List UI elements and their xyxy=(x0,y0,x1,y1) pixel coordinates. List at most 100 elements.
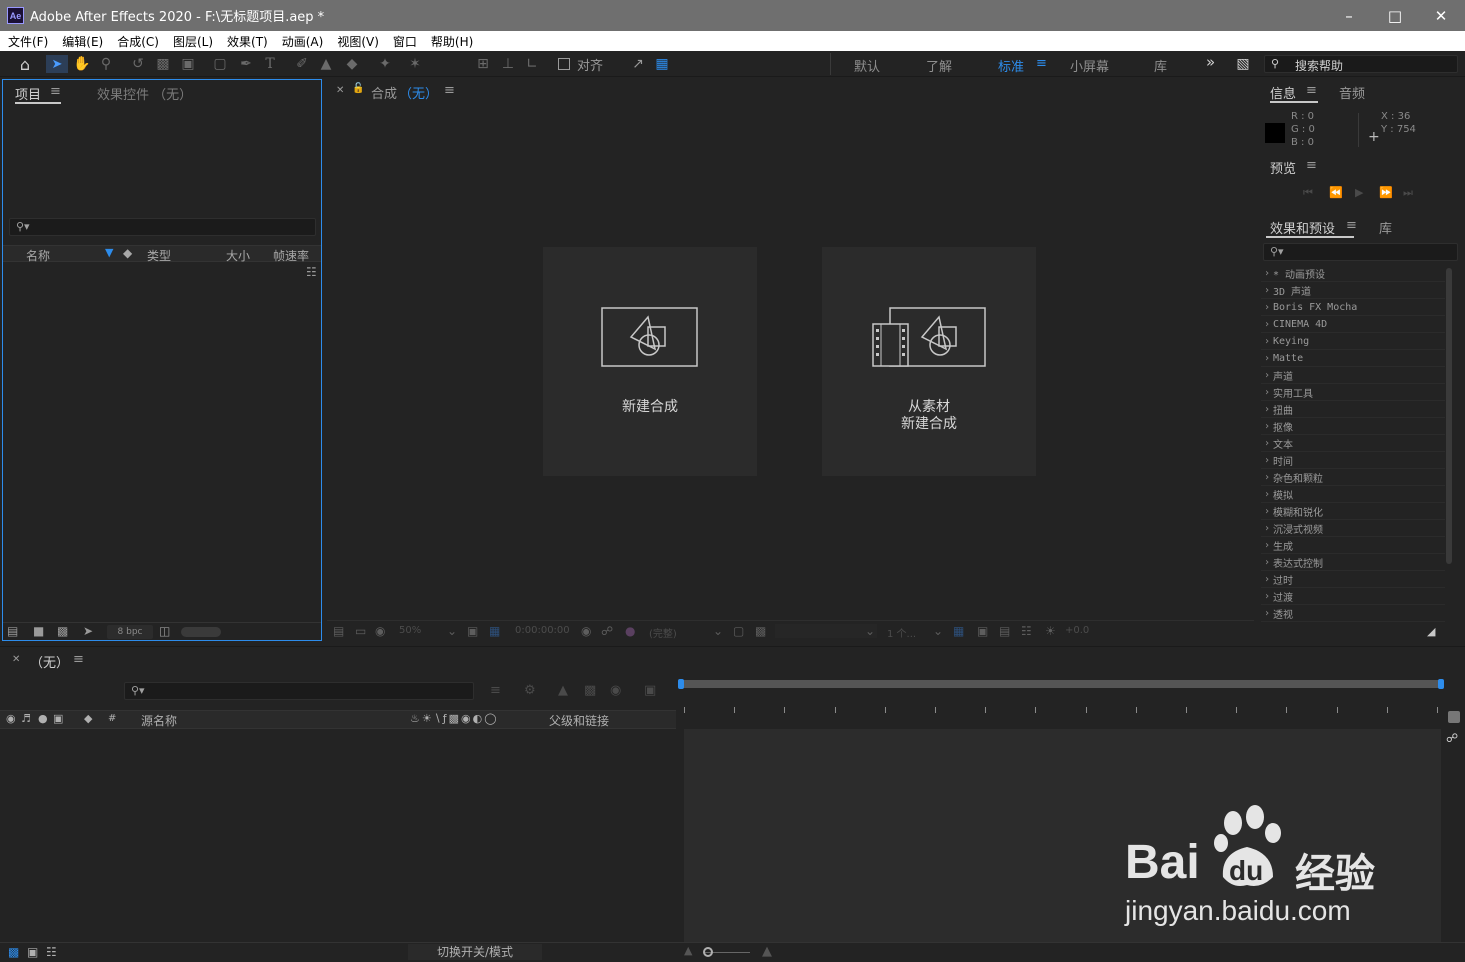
camera-tool-icon[interactable]: ▩ xyxy=(152,55,174,73)
always-preview-icon[interactable]: ▤ xyxy=(333,624,344,638)
eraser-tool-icon[interactable]: ◆ xyxy=(342,55,362,73)
workspace-standard[interactable]: 标准 xyxy=(998,56,1024,75)
project-tab-menu-icon[interactable]: ≡ xyxy=(50,84,61,99)
effects-category-item[interactable]: › * 动画预设 xyxy=(1261,266,1445,282)
maximize-icon[interactable]: □ xyxy=(1372,0,1418,31)
column-type[interactable]: 类型 xyxy=(147,247,171,264)
label-column-icon[interactable]: ◆ xyxy=(84,712,92,725)
chevron-right-icon[interactable]: › xyxy=(1261,438,1273,449)
fast-previews-icon[interactable]: ▣ xyxy=(977,624,988,638)
roto-brush-tool-icon[interactable]: ✦ xyxy=(374,55,396,73)
timeline-tab-menu-icon[interactable]: ≡ xyxy=(73,652,84,667)
new-comp-from-footage-tile[interactable]: 从素材 新建合成 xyxy=(822,247,1036,476)
effects-scrollbar[interactable] xyxy=(1446,268,1452,564)
search-help-input[interactable]: ⚲ 搜索帮助 xyxy=(1264,55,1458,73)
show-snapshot-icon[interactable]: ☍ xyxy=(601,624,613,638)
menu-file[interactable]: 文件(F) xyxy=(8,33,48,50)
snapshot-icon[interactable]: ◉ xyxy=(581,624,591,638)
effects-category-item[interactable]: › 沉浸式视频 xyxy=(1261,521,1445,537)
lock-icon[interactable]: 🔓 xyxy=(352,83,364,94)
column-size[interactable]: 大小 xyxy=(226,247,250,264)
workspace-learn[interactable]: 了解 xyxy=(926,56,952,75)
new-composition-tile[interactable]: 新建合成 xyxy=(543,247,757,476)
comp-tab-menu-icon[interactable]: ≡ xyxy=(444,83,455,98)
column-name[interactable]: 名称 xyxy=(26,247,50,264)
chevron-right-icon[interactable]: › xyxy=(1261,319,1273,330)
effects-category-item[interactable]: › 扭曲 xyxy=(1261,402,1445,418)
first-frame-icon[interactable]: ⏮ xyxy=(1303,186,1313,200)
effects-category-item[interactable]: › 文本 xyxy=(1261,436,1445,452)
effects-category-item[interactable]: › 表达式控制 xyxy=(1261,555,1445,571)
tab-info[interactable]: 信息 xyxy=(1270,83,1296,102)
column-fps[interactable]: 帧速率 xyxy=(273,247,309,264)
close-timeline-tab-icon[interactable]: ✕ xyxy=(12,654,20,665)
transparency-grid-icon[interactable]: ▦ xyxy=(489,624,500,638)
effects-category-item[interactable]: › CINEMA 4D xyxy=(1261,317,1445,333)
clone-stamp-tool-icon[interactable]: ▲ xyxy=(316,55,336,73)
puppet-pin-tool-icon[interactable]: ✶ xyxy=(404,55,426,73)
align-checkbox[interactable] xyxy=(556,55,572,73)
layer-list-area[interactable] xyxy=(0,731,676,942)
workspace-menu-icon[interactable]: ≡ xyxy=(1036,56,1047,71)
time-ruler[interactable] xyxy=(680,707,1443,717)
adjust-project-icon[interactable]: ➤ xyxy=(83,624,93,638)
new-folder-icon[interactable]: ■ xyxy=(33,624,44,638)
zoom-in-icon[interactable]: ▲ xyxy=(762,944,772,959)
monitor-icon[interactable]: ▭ xyxy=(355,624,366,638)
rectangle-tool-icon[interactable]: ▢ xyxy=(210,55,230,73)
workspace-more-icon[interactable]: » xyxy=(1206,53,1215,71)
chevron-right-icon[interactable]: › xyxy=(1261,608,1273,619)
resolution-dropdown[interactable]: (完整) xyxy=(649,625,677,640)
shy-layers-icon[interactable]: ▲ xyxy=(558,683,568,698)
transparency-toggle-icon[interactable]: ▩ xyxy=(755,624,766,638)
menu-edit[interactable]: 编辑(E) xyxy=(62,33,103,50)
layer-switches-icon[interactable]: ▩ xyxy=(8,945,19,959)
zoom-tool-icon[interactable]: ⚲ xyxy=(96,55,116,73)
channels-icon[interactable]: ● xyxy=(625,624,635,638)
comp-tab-value[interactable]: （无） xyxy=(399,83,438,102)
parent-link-column[interactable]: 父级和链接 xyxy=(549,712,609,729)
zoom-slider-top[interactable] xyxy=(1448,711,1460,723)
new-preset-icon[interactable]: ◢ xyxy=(1427,625,1435,638)
minimize-icon[interactable]: – xyxy=(1326,0,1372,31)
chevron-right-icon[interactable]: › xyxy=(1261,591,1273,602)
views-chevron-icon[interactable]: ⌄ xyxy=(933,624,943,638)
effects-category-item[interactable]: › 3D 声道 xyxy=(1261,283,1445,299)
chevron-right-icon[interactable]: › xyxy=(1261,302,1273,313)
effects-category-item[interactable]: › Keying xyxy=(1261,334,1445,350)
effects-category-item[interactable]: › 时间 xyxy=(1261,453,1445,469)
sort-arrow-icon[interactable]: ▼ xyxy=(105,246,113,259)
snap-icon[interactable]: ↗ xyxy=(628,55,648,73)
world-axis-icon[interactable]: ⊥ xyxy=(498,55,518,73)
tab-audio[interactable]: 音频 xyxy=(1339,83,1365,102)
toggle-switches-modes-button[interactable]: 切换开关/模式 xyxy=(408,944,542,960)
zoom-out-icon[interactable]: ▲ xyxy=(684,944,692,957)
resolution-chevron-icon[interactable]: ⌄ xyxy=(713,624,723,638)
zoom-chevron-icon[interactable]: ⌄ xyxy=(447,624,457,638)
new-composition-icon[interactable]: ▩ xyxy=(57,624,68,638)
chevron-right-icon[interactable]: › xyxy=(1261,268,1273,279)
effects-category-item[interactable]: › 杂色和颗粒 xyxy=(1261,470,1445,486)
timeline-zoom-handle[interactable] xyxy=(703,947,713,957)
rotate-tool-icon[interactable]: ↺ xyxy=(128,55,148,73)
snap-grid-icon[interactable]: ▦ xyxy=(652,55,672,73)
workspace-small-screen[interactable]: 小屏幕 xyxy=(1070,56,1109,75)
effects-search-input[interactable]: ⚲▾ xyxy=(1263,243,1458,261)
menu-effect[interactable]: 效果(T) xyxy=(227,33,268,50)
timeline-tab-label[interactable]: （无） xyxy=(30,652,69,671)
workspace-default[interactable]: 默认 xyxy=(854,56,880,75)
close-icon[interactable]: ✕ xyxy=(1418,0,1464,31)
chevron-right-icon[interactable]: › xyxy=(1261,387,1273,398)
hand-tool-icon[interactable]: ✋ xyxy=(72,55,92,73)
draft-3d-icon[interactable]: ⚙ xyxy=(524,683,536,698)
transfer-controls-icon[interactable]: ▣ xyxy=(27,945,38,959)
local-axis-icon[interactable]: ⊞ xyxy=(472,55,494,73)
chevron-right-icon[interactable]: › xyxy=(1261,540,1273,551)
workspace-library[interactable]: 库 xyxy=(1154,56,1167,75)
tab-effect-controls[interactable]: 效果控件 （无） xyxy=(97,84,192,103)
work-area-end-handle[interactable] xyxy=(1438,679,1444,689)
chevron-right-icon[interactable]: › xyxy=(1261,455,1273,466)
menu-help[interactable]: 帮助(H) xyxy=(431,33,473,50)
comp-button-icon[interactable]: ☍ xyxy=(1446,731,1458,745)
menu-composition[interactable]: 合成(C) xyxy=(117,33,159,50)
